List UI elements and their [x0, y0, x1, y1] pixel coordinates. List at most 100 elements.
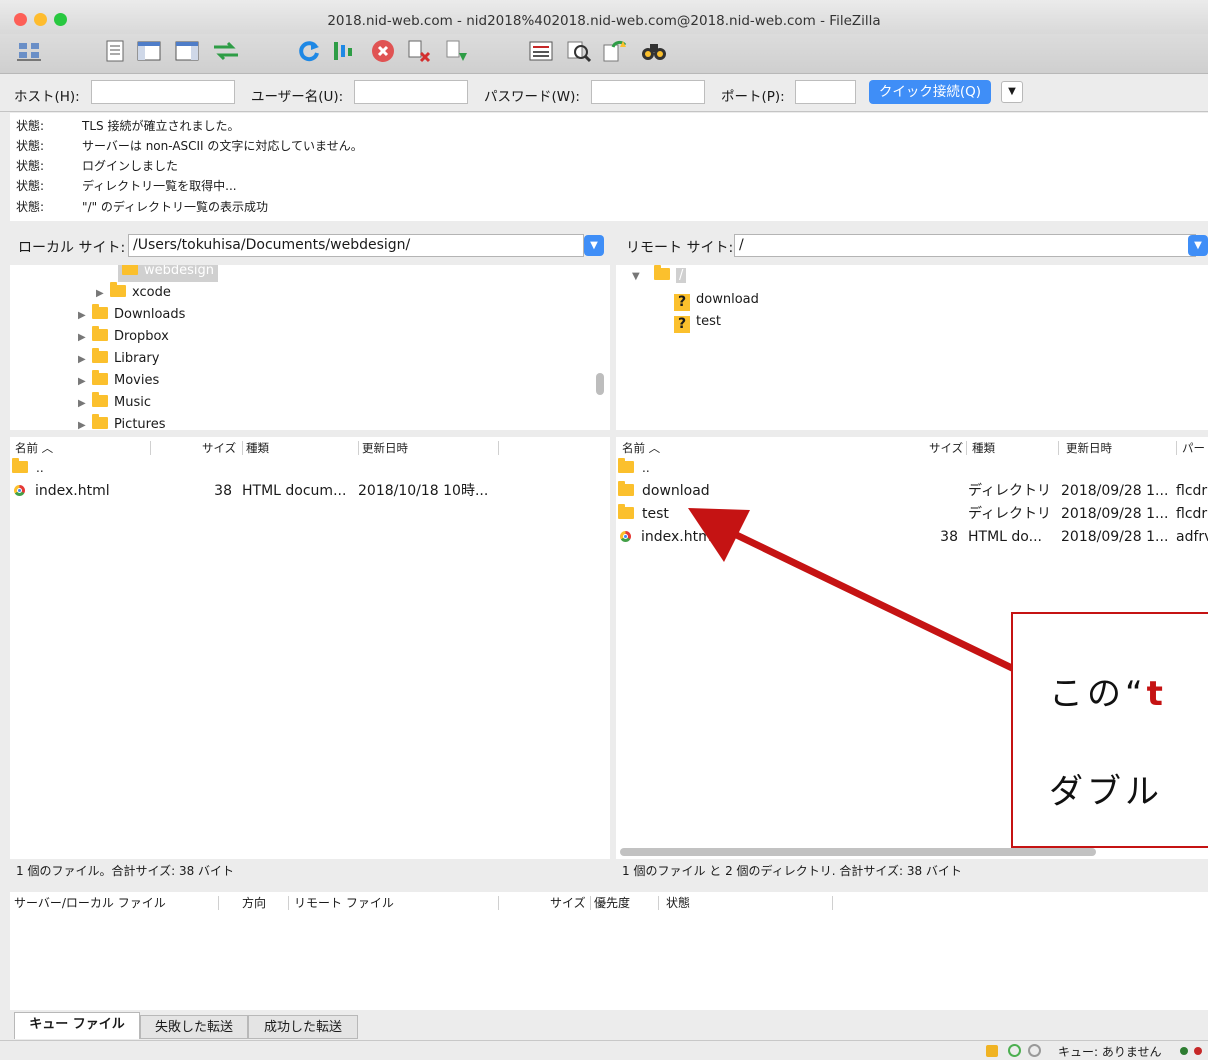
queue-status-text: キュー: ありません [1058, 1045, 1162, 1059]
log-line: 状態: ログインしました [16, 159, 179, 173]
tab-failed-transfers[interactable]: 失敗した転送 [140, 1015, 248, 1039]
password-input[interactable] [591, 80, 705, 104]
local-file-list: 名前 ︿ サイズ 種類 更新日時 .. index.html 38 HTML d… [10, 437, 610, 859]
toggle-local-tree-icon[interactable] [136, 38, 162, 64]
question-folder-icon: ? [674, 316, 690, 333]
folder-icon [92, 414, 108, 429]
expand-triangle-icon[interactable]: ▶ [78, 415, 92, 430]
folder-icon [110, 282, 126, 297]
folder-icon [618, 504, 634, 519]
remote-directory-tree: ▼ / ? download ? test [616, 265, 1208, 430]
expand-triangle-icon[interactable]: ▶ [78, 305, 92, 327]
html-file-icon [620, 531, 631, 542]
remote-list-scrollbar[interactable] [620, 848, 1096, 856]
password-label: パスワード(W): [484, 89, 580, 105]
chevron-down-icon: ▼ [590, 240, 598, 251]
local-site-path-input[interactable]: /Users/tokuhisa/Documents/webdesign/ [128, 234, 584, 257]
status-bar: キュー: ありません [0, 1040, 1208, 1060]
local-site-dropdown[interactable]: ▼ [584, 235, 604, 256]
toggle-log-icon[interactable] [104, 38, 126, 64]
toggle-remote-tree-icon[interactable] [174, 38, 200, 64]
tree-item-movies[interactable]: ▶ Movies [78, 370, 159, 392]
quickconnect-dropdown-button[interactable]: ▼ [1001, 81, 1023, 103]
host-label: ホスト(H): [14, 89, 80, 105]
queue-column-priority[interactable]: 優先度 [594, 892, 630, 914]
chevron-down-icon: ▼ [1194, 240, 1202, 251]
user-input[interactable] [354, 80, 468, 104]
host-input[interactable] [91, 80, 235, 104]
column-header-modified[interactable]: 更新日時 [362, 437, 408, 459]
file-row-download[interactable]: download ディレクトリ 2018/09/28 1... flcdr [616, 480, 1208, 503]
tree-item-dropbox[interactable]: ▶ Dropbox [78, 326, 169, 348]
local-site-label: ローカル サイト: [18, 240, 126, 256]
tree-item-music[interactable]: ▶ Music [78, 392, 151, 414]
folder-icon [618, 458, 634, 473]
process-queue-icon[interactable] [332, 38, 354, 64]
file-row[interactable]: index.html 38 HTML docum... 2018/10/18 1… [10, 480, 610, 503]
message-log: 状態: TLS 接続が確立されました。 状態: サーバーは non-ASCII の文… [10, 113, 1208, 221]
column-header-name[interactable]: 名前 ︿ [15, 437, 53, 459]
column-header-name[interactable]: 名前 ︿ [622, 437, 660, 459]
file-row[interactable]: .. [616, 457, 1208, 480]
search-icon[interactable] [640, 38, 668, 64]
tab-successful-transfers[interactable]: 成功した転送 [248, 1015, 358, 1039]
queue-column-size[interactable]: サイズ [550, 892, 586, 914]
cancel-icon[interactable] [370, 38, 396, 64]
expand-triangle-icon[interactable]: ▶ [96, 283, 110, 305]
tree-item-download[interactable]: ? download [674, 289, 759, 311]
tree-item-downloads[interactable]: ▶ Downloads [78, 304, 185, 326]
queue-column-remote[interactable]: リモート ファイル [294, 892, 394, 914]
queue-column-status[interactable]: 状態 [666, 892, 690, 914]
annotation-callout: この“t ダブル [1011, 612, 1208, 848]
speed-limit-icon[interactable] [1008, 1044, 1021, 1057]
local-status-bar: 1 個のファイル。合計サイズ: 38 バイト [10, 860, 610, 882]
tree-item-root[interactable]: ▼ / [632, 265, 687, 288]
disconnect-icon[interactable] [406, 38, 432, 64]
reconnect-icon[interactable] [444, 38, 470, 64]
callout-line-2: ダブル [1049, 772, 1163, 812]
compare-icon[interactable] [566, 38, 592, 64]
tree-item-test[interactable]: ? test [674, 311, 721, 333]
remote-site-label: リモート サイト: [626, 240, 734, 256]
upload-led-icon [1180, 1047, 1188, 1055]
file-row-index[interactable]: index.html 38 HTML do... 2018/09/28 1...… [616, 526, 1208, 549]
file-row-test[interactable]: test ディレクトリ 2018/09/28 1... flcdr [616, 503, 1208, 526]
tree-item-webdesign[interactable]: webdesign [118, 265, 219, 282]
folder-icon [92, 304, 108, 319]
remote-site-path-input[interactable]: / [734, 234, 1196, 257]
column-header-size[interactable]: サイズ [929, 437, 963, 459]
column-header-type[interactable]: 種類 [246, 437, 269, 459]
column-header-modified[interactable]: 更新日時 [1066, 437, 1112, 459]
column-header-size[interactable]: サイズ [202, 437, 236, 459]
remote-site-bar: リモート サイト: / ▼ [616, 226, 1208, 264]
column-header-type[interactable]: 種類 [972, 437, 995, 459]
port-input[interactable] [795, 80, 856, 104]
toggle-queue-icon[interactable] [212, 38, 240, 64]
tab-queued-files[interactable]: キュー ファイル [14, 1012, 140, 1039]
column-header-permissions[interactable]: パー [1182, 437, 1205, 459]
html-file-icon [14, 485, 25, 496]
collapse-triangle-icon[interactable]: ▼ [632, 266, 654, 288]
quickconnect-bar: ホスト(H): ユーザー名(U): パスワード(W): ポート(P): クイック… [0, 74, 1208, 112]
expand-triangle-icon[interactable]: ▶ [78, 327, 92, 349]
site-manager-icon[interactable] [16, 38, 42, 64]
queue-column-file[interactable]: サーバー/ローカル ファイル [14, 892, 166, 914]
filter-icon[interactable] [528, 38, 554, 64]
sync-browse-icon[interactable] [602, 38, 628, 64]
local-tree-scrollbar[interactable] [596, 373, 604, 395]
refresh-icon[interactable] [296, 38, 322, 64]
expand-triangle-icon[interactable]: ▶ [78, 393, 92, 415]
remote-site-dropdown[interactable]: ▼ [1188, 235, 1208, 256]
expand-triangle-icon[interactable]: ▶ [78, 349, 92, 371]
tree-item-library[interactable]: ▶ Library [78, 348, 159, 370]
expand-triangle-icon[interactable]: ▶ [78, 371, 92, 393]
queue-column-direction[interactable]: 方向 [242, 892, 266, 914]
file-row[interactable]: .. [10, 457, 610, 480]
log-line: 状態: ディレクトリ一覧を取得中... [16, 179, 237, 193]
tree-item-xcode[interactable]: ▶ xcode [96, 282, 171, 304]
tree-item-pictures[interactable]: ▶ Pictures [78, 414, 165, 430]
quickconnect-button[interactable]: クイック接続(Q) [869, 80, 991, 104]
folder-icon [92, 348, 108, 363]
folder-icon [92, 326, 108, 341]
remote-status-bar: 1 個のファイル と 2 個のディレクトリ. 合計サイズ: 38 バイト [616, 860, 1208, 882]
